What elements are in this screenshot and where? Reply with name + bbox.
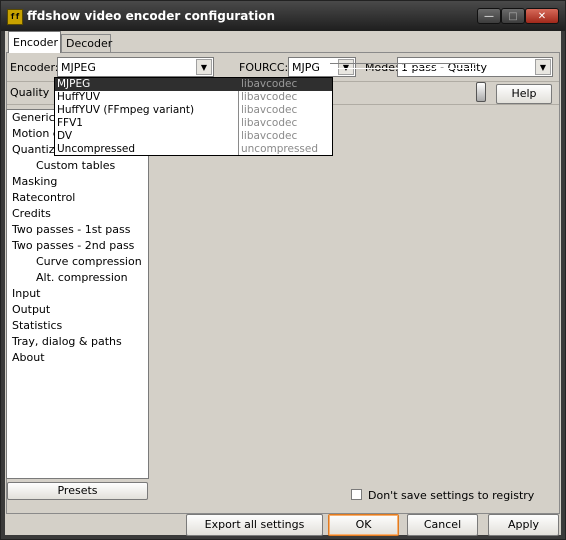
- dropdown-option-name: HuffYUV: [57, 91, 101, 103]
- tree-item-about[interactable]: About: [12, 351, 45, 364]
- dropdown-option-codec: libavcodec: [241, 91, 298, 103]
- fourcc-label: FOURCC:: [239, 61, 289, 74]
- tree-item-ratecontrol[interactable]: Ratecontrol: [12, 191, 75, 204]
- tree-item-statistics[interactable]: Statistics: [12, 319, 62, 332]
- tree-item-tray-dialog-paths[interactable]: Tray, dialog & paths: [12, 335, 122, 348]
- dropdown-option[interactable]: MJPEG libavcodec: [55, 78, 332, 91]
- tab-decoder[interactable]: Decoder: [61, 34, 112, 52]
- tree-item-masking[interactable]: Masking: [12, 175, 57, 188]
- dropdown-option[interactable]: Uncompressed uncompressed: [55, 143, 332, 156]
- presets-button[interactable]: Presets: [7, 482, 148, 500]
- title-bar[interactable]: ff ffdshow video encoder configuration —…: [1, 1, 565, 31]
- window-title: ffdshow video encoder configuration: [27, 9, 276, 23]
- tree-item-motion-estimation[interactable]: Motion e: [12, 127, 60, 140]
- encoder-label: Encoder:: [10, 61, 59, 74]
- dropdown-option[interactable]: HuffYUV (FFmpeg variant) libavcodec: [55, 104, 332, 117]
- dropdown-option-codec: libavcodec: [241, 78, 298, 90]
- close-button[interactable]: ✕: [525, 8, 559, 24]
- dropdown-option-codec: uncompressed: [241, 143, 319, 155]
- maximize-button: □: [501, 8, 525, 24]
- tree-item-generic[interactable]: Generic: [12, 111, 55, 124]
- encoder-select-value: MJPEG: [61, 61, 96, 74]
- tree-item-output[interactable]: Output: [12, 303, 50, 316]
- chevron-down-icon[interactable]: ▼: [196, 59, 212, 75]
- chevron-down-icon[interactable]: ▼: [535, 59, 551, 75]
- tree-item-alt-compression[interactable]: Alt. compression: [36, 271, 128, 284]
- tree-item-credits[interactable]: Credits: [12, 207, 51, 220]
- dont-save-label: Don't save settings to registry: [368, 489, 535, 502]
- quality-label: Quality: [10, 86, 50, 99]
- help-button[interactable]: Help: [496, 84, 552, 104]
- quality-slider-track[interactable]: [330, 63, 475, 69]
- fourcc-select-value: MJPG: [292, 61, 320, 74]
- cancel-button[interactable]: Cancel: [407, 514, 478, 536]
- ok-button[interactable]: OK: [328, 514, 399, 536]
- tab-strip: Encoder Decoder: [5, 31, 561, 53]
- quality-slider-thumb[interactable]: [476, 82, 486, 102]
- tab-encoder[interactable]: Encoder: [8, 31, 61, 53]
- dropdown-option-name: HuffYUV (FFmpeg variant): [57, 104, 195, 116]
- dont-save-checkbox[interactable]: [351, 489, 362, 500]
- settings-tree-list: Generic Motion e Quantiza Custom tables Mask…: [6, 109, 149, 479]
- tree-item-curve-compression[interactable]: Curve compression: [36, 255, 142, 268]
- dropdown-option[interactable]: FFV1 libavcodec: [55, 117, 332, 130]
- tree-item-two-passes-1st-pass[interactable]: Two passes - 1st pass: [12, 223, 131, 236]
- encoder-dropdown-list: MJPEG libavcodec HuffYUV libavcodec HuffYUV …: [54, 77, 333, 156]
- minimize-button[interactable]: —: [477, 8, 501, 24]
- tree-item-two-passes-2nd-pass[interactable]: Two passes - 2nd pass: [12, 239, 134, 252]
- tree-item-input[interactable]: Input: [12, 287, 40, 300]
- ffdshow-app-icon: ff: [7, 9, 23, 25]
- dropdown-option[interactable]: DV libavcodec: [55, 130, 332, 143]
- dropdown-option-codec: libavcodec: [241, 104, 298, 116]
- encoder-select[interactable]: MJPEG ▼: [57, 57, 214, 77]
- dropdown-option-codec: libavcodec: [241, 130, 298, 142]
- export-all-settings-button[interactable]: Export all settings: [186, 514, 323, 536]
- tree-item-custom-tables[interactable]: Custom tables: [36, 159, 115, 172]
- dropdown-option-name: Uncompressed: [57, 143, 136, 155]
- dropdown-option-codec: libavcodec: [241, 117, 298, 129]
- apply-button[interactable]: Apply: [488, 514, 559, 536]
- dropdown-option-name: DV: [57, 130, 73, 142]
- dropdown-option-name: MJPEG: [57, 78, 91, 90]
- dropdown-option-name: FFV1: [57, 117, 83, 129]
- dropdown-option[interactable]: HuffYUV libavcodec: [55, 91, 332, 104]
